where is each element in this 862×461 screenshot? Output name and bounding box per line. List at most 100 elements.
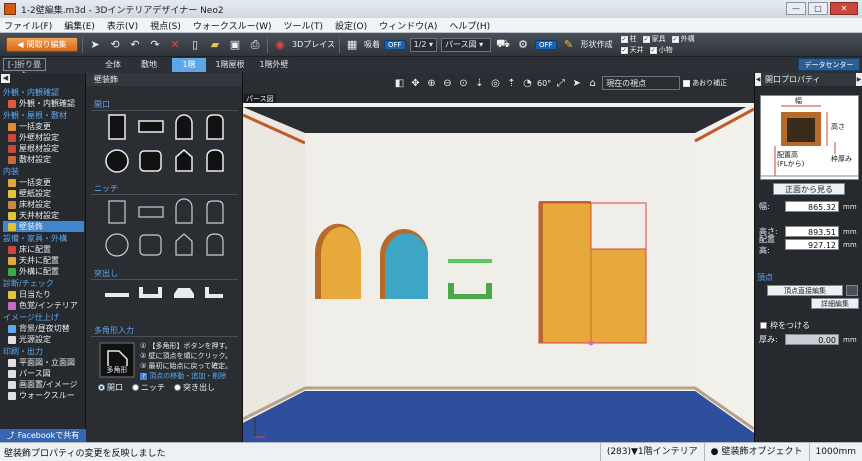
nav-item[interactable]: 背景/昼夜切替 <box>8 323 84 334</box>
3d-place-label[interactable]: 3Dプレイス <box>292 39 335 50</box>
fullscreen-icon[interactable]: ⤢ <box>554 77 567 90</box>
protrusion-flat[interactable] <box>105 293 129 297</box>
nav-item[interactable]: 平面図・立面図 <box>8 357 84 368</box>
settings-icon[interactable]: ⚙ <box>515 37 531 53</box>
nav-item[interactable]: 敷材設定 <box>8 154 84 165</box>
opening-dome[interactable] <box>206 149 224 172</box>
view-mode-select[interactable]: パース図 ▾ <box>441 37 492 52</box>
nav-item[interactable]: 光源設定 <box>8 334 84 345</box>
snap-toggle[interactable]: OFF <box>384 39 406 50</box>
niche-circle[interactable] <box>105 233 129 257</box>
view-from-front-button[interactable]: 正面から見る <box>773 183 845 195</box>
green-shelf[interactable] <box>448 259 492 263</box>
niche-rect-wide[interactable] <box>138 206 164 218</box>
nav-item[interactable]: 屋根材設定 <box>8 143 84 154</box>
exterior-checkbox[interactable]: ✓ 外構 <box>671 34 695 44</box>
nav-item[interactable]: 画面置/イメージ <box>8 379 84 390</box>
zoom-in-icon[interactable]: ⊕ <box>425 77 438 90</box>
niche-rounded-square[interactable] <box>139 234 162 256</box>
menu-window[interactable]: ウィンドウ(A) <box>379 19 437 32</box>
radio-protrusion[interactable]: 突き出し <box>174 382 215 393</box>
tab-floor1[interactable]: 1階 <box>172 58 206 72</box>
vertex-direct-edit-button[interactable]: 頂点直接編集 <box>767 285 843 296</box>
vertex-help-link[interactable]: ? 頂点の移動・追加・削除 <box>140 371 232 381</box>
tab-all[interactable]: 全体 <box>96 58 130 72</box>
opening-rounded[interactable] <box>206 114 224 140</box>
scale-select[interactable]: 1/2 ▾ <box>409 37 438 52</box>
menu-view[interactable]: 表示(V) <box>107 19 138 32</box>
opening-rect-wide[interactable] <box>138 120 164 133</box>
maximize-button[interactable]: □ <box>808 2 828 15</box>
nav-item[interactable]: 外構に配置 <box>8 266 84 277</box>
nav-item[interactable]: 天井に配置 <box>8 255 84 266</box>
nav-item[interactable]: 外観・内観確認 <box>8 98 84 109</box>
back-to-floorplan-button[interactable]: ◀ 間取り編集 <box>6 37 78 52</box>
width-input[interactable]: 865.32 <box>785 201 839 212</box>
furniture-checkbox[interactable]: ✓ 家具 <box>642 34 666 44</box>
polygon-button[interactable]: 多角形 <box>100 365 134 375</box>
nav-item[interactable]: 床に配置 <box>8 244 84 255</box>
3d-place-icon[interactable]: ◉ <box>272 37 288 53</box>
menu-file[interactable]: ファイル(F) <box>4 19 52 32</box>
tab-site[interactable]: 敷地 <box>132 58 166 72</box>
height-input[interactable]: 893.51 <box>785 226 839 237</box>
detail-edit-button[interactable]: 詳細編集 <box>811 298 859 309</box>
pointer-icon[interactable]: ➤ <box>570 77 583 90</box>
protrusion-trapezoid[interactable] <box>174 288 194 298</box>
niche-rect-tall[interactable] <box>108 200 126 224</box>
shape-create-icon[interactable]: ✎ <box>561 37 577 53</box>
panel-collapse-arrow-icon[interactable]: ◀ <box>1 74 10 83</box>
opening-rect-tall[interactable] <box>108 114 126 140</box>
car-icon[interactable]: ⛟ <box>495 37 511 53</box>
nav-item[interactable]: 色覚/インテリア <box>8 300 84 311</box>
nav-item[interactable]: 日当たり <box>8 289 84 300</box>
zoom-fit-icon[interactable]: ⊙ <box>457 77 470 90</box>
close-button[interactable]: ✕ <box>830 2 858 15</box>
thickness-input[interactable]: 0.00 <box>785 334 839 345</box>
square-opening-right[interactable] <box>591 249 646 343</box>
vertex-handle[interactable] <box>588 340 594 346</box>
nav-item[interactable]: 一括変更 <box>8 121 84 132</box>
ceiling-checkbox[interactable]: ✓ 天井 <box>620 45 644 55</box>
square-opening-left[interactable] <box>543 203 591 343</box>
opening-rounded-square[interactable] <box>139 150 162 172</box>
print-icon[interactable]: ⎙ <box>247 37 263 53</box>
undo-icon[interactable]: ↶ <box>127 37 143 53</box>
viewpoint-select[interactable]: 現在の視点 <box>602 76 681 90</box>
new-file-icon[interactable]: ▯ <box>187 37 203 53</box>
menu-settings[interactable]: 設定(O) <box>335 19 367 32</box>
niche-arch[interactable] <box>175 198 193 224</box>
opening-arch[interactable] <box>175 114 193 140</box>
niche-rounded[interactable] <box>206 200 224 224</box>
nav-item[interactable]: 壁装飾 <box>3 221 84 232</box>
grid-icon[interactable]: ▦ <box>344 37 360 53</box>
opening-circle[interactable] <box>105 149 129 173</box>
datacenter-button[interactable]: データセンター <box>798 58 860 71</box>
accessories-checkbox[interactable]: ✓ 小物 <box>649 45 673 55</box>
nav-item[interactable]: 外壁材設定 <box>8 132 84 143</box>
walk-icon[interactable]: ⇣ <box>473 77 486 90</box>
panel-right-arrow-icon[interactable]: ▶ <box>856 73 862 86</box>
delete-icon[interactable]: ✕ <box>167 37 183 53</box>
move-icon[interactable]: ✥ <box>409 77 422 90</box>
tab-floor1-roof[interactable]: 1階屋根 <box>208 58 252 72</box>
select-cursor-icon[interactable]: ➤ <box>87 37 103 53</box>
tab-floor1-exterior[interactable]: 1階外壁 <box>252 58 296 72</box>
menu-viewpoint[interactable]: 視点(S) <box>150 19 181 32</box>
niche-dome[interactable] <box>206 233 224 256</box>
nav-item[interactable]: ウォークスルー <box>8 390 84 401</box>
rotate-tool-icon[interactable]: ⟲ <box>107 37 123 53</box>
pan-icon[interactable]: ⇡ <box>505 77 518 90</box>
radio-opening[interactable]: 開口 <box>98 382 123 393</box>
cube-view-icon[interactable]: ◧ <box>393 77 406 90</box>
pillar-checkbox[interactable]: ✓ 柱 <box>620 34 637 44</box>
zoom-out-icon[interactable]: ⊖ <box>441 77 454 90</box>
auto-correct-checkbox[interactable]: あおり補正 <box>683 78 727 88</box>
save-icon[interactable]: ▣ <box>227 37 243 53</box>
minimize-button[interactable]: — <box>786 2 806 15</box>
vertex-extra-button[interactable] <box>846 285 858 296</box>
radio-niche[interactable]: ニッチ <box>132 382 165 393</box>
nav-item[interactable]: 一括変更 <box>8 177 84 188</box>
redo-icon[interactable]: ↷ <box>147 37 163 53</box>
nav-item[interactable]: 天井材設定 <box>8 210 84 221</box>
